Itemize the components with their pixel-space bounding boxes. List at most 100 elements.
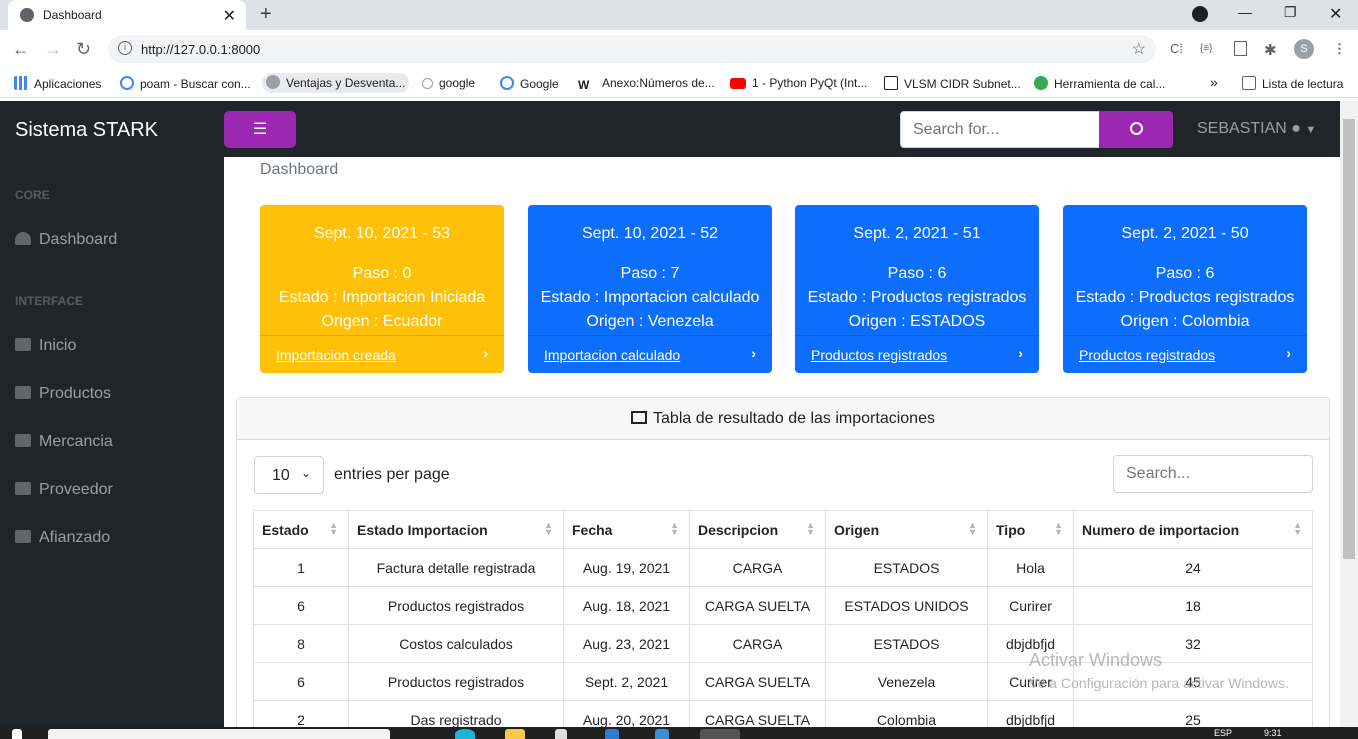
bookmark-item[interactable]: Ventajas y Desventa... [262,73,410,93]
vscode-icon[interactable] [605,729,619,739]
hamburger-icon: ☰ [252,121,268,138]
chevron-right-icon: › [1018,345,1023,361]
document-extension-icon[interactable] [1234,41,1247,56]
user-dropdown[interactable]: SEBASTIAN ● ▼ [1197,120,1316,138]
card-link[interactable]: Importacion creada [276,347,396,363]
close-window-icon[interactable]: ✕ [1329,4,1342,24]
sidebar-toggle-button[interactable]: ☰ [224,111,296,148]
card-estado: Estado : Productos registrados [807,289,1027,306]
table-cell: CARGA SUELTA [689,700,826,727]
bookmark-item[interactable]: Google [500,76,559,91]
sidebar-item-mercancia[interactable]: Mercancia [15,433,113,451]
navbar-search-input[interactable] [901,112,1099,147]
card-footer[interactable]: Importacion creada › [260,335,504,373]
back-icon[interactable]: ← [12,39,30,60]
card-footer[interactable]: Productos registrados › [1063,335,1307,373]
reading-list-item[interactable]: Lista de lectura [1242,76,1343,91]
restore-icon[interactable]: ❐ [1284,4,1297,21]
card-footer[interactable]: Productos registrados › [795,335,1039,373]
bookmark-item[interactable]: Aplicaciones [14,76,101,91]
tab-search-icon[interactable] [1192,6,1208,22]
extension-icon[interactable]: C⁞ [1170,41,1183,56]
sidebar-item-dashboard[interactable]: Dashboard [15,231,117,249]
puzzle-icon[interactable]: ✱ [1264,41,1277,59]
edge-icon[interactable] [455,729,475,739]
forward-icon[interactable]: → [44,39,62,60]
address-bar[interactable]: i http://127.0.0.1:8000 ☆ [108,35,1156,63]
card-title: Sept. 2, 2021 - 50 [1121,225,1249,242]
column-header[interactable]: Estado Importacion ▲ ▼ [348,510,564,549]
youtube-icon [730,78,746,89]
table-search-input[interactable] [1114,456,1312,492]
browser-tab[interactable]: Dashboard ✕ [8,0,246,30]
bookmark-item[interactable]: poam - Buscar con... [120,76,251,91]
bookmark-item[interactable]: VLSM CIDR Subnet... [884,76,1021,91]
reload-icon[interactable]: ↻ [76,39,91,60]
start-icon[interactable] [12,729,22,739]
navbar-search-box [900,111,1100,148]
entries-per-page-select[interactable]: 10 ⌄ [254,456,324,494]
entries-value: 10 [272,467,290,484]
sidebar-item-label: Productos [39,385,112,402]
store-icon[interactable] [555,729,567,739]
user-icon: ● [1291,120,1301,137]
card-link[interactable]: Productos registrados [1079,347,1215,363]
taskbar-clock[interactable]: 9:31 [1264,728,1282,738]
sidebar-item-inicio[interactable]: Inicio [15,337,76,355]
taskbar-search-box[interactable] [48,729,390,739]
bookmark-item[interactable]: 1 - Python PyQt (Int... [730,76,867,90]
card-link[interactable]: Importacion calculado [544,347,680,363]
bookmark-item[interactable]: Herramienta de cal... [1034,76,1165,91]
folder-icon[interactable] [505,729,525,739]
card-link[interactable]: Productos registrados [811,347,947,363]
table-cell: CARGA [689,548,826,587]
table-cell: Curirer [987,586,1074,625]
column-header[interactable]: Tipo ▲ ▼ [987,510,1074,549]
column-label: Numero de importacion [1082,521,1240,538]
app-icon[interactable] [655,729,669,739]
language-indicator[interactable]: ESP [1214,728,1232,738]
table-cell: Sept. 2, 2021 [563,662,690,701]
brand-title[interactable]: Sistema STARK [15,119,158,142]
json-extension-icon[interactable]: {≡} [1200,43,1213,54]
bookmark-item[interactable]: google [422,76,475,90]
compass-icon [266,75,280,89]
card-estado: Estado : Importacion calculado [540,289,760,306]
sort-icon: ▲ ▼ [1054,520,1063,537]
table-cell: Aug. 23, 2021 [563,624,690,663]
sidebar-item-label: Inicio [39,337,77,354]
sidebar-item-proveedor[interactable]: Proveedor [15,481,113,499]
chevron-right-icon: › [1286,345,1291,361]
column-header[interactable]: Fecha ▲ ▼ [563,510,690,549]
close-tab-icon[interactable]: ✕ [223,6,236,26]
sidebar-heading-interface: INTERFACE [15,294,84,308]
more-bookmarks-icon[interactable]: » [1210,74,1218,90]
table-cell: Aug. 20, 2021 [563,700,690,727]
chrome-taskbar-item[interactable] [700,729,740,739]
sidebar-item-afianzado[interactable]: Afianzado [15,529,110,547]
menu-dots-icon[interactable]: ⋮ [1333,41,1346,57]
bookmark-label: Aplicaciones [34,77,102,91]
bookmark-star-icon[interactable]: ☆ [1132,39,1146,59]
table-cell: dbjdbfjd [987,700,1074,727]
bookmark-label: google [439,76,476,90]
page-scrollbar[interactable] [1340,101,1358,727]
new-tab-icon[interactable]: + [260,3,272,26]
google-icon [500,76,514,90]
chevron-right-icon: › [751,345,756,361]
card-footer[interactable]: Importacion calculado › [528,335,772,373]
column-header[interactable]: Estado ▲ ▼ [253,510,349,549]
sidebar-item-productos[interactable]: Productos [15,385,111,403]
bookmark-item[interactable]: W Anexo:Números de... [578,76,715,92]
profile-avatar[interactable]: S [1294,39,1314,59]
column-header[interactable]: Numero de importacion ▲ ▼ [1073,510,1313,549]
search-icon [1129,122,1143,135]
column-header[interactable]: Descripcion ▲ ▼ [689,510,826,549]
tachometer-icon [15,232,31,245]
table-search-box [1113,455,1313,493]
scrollbar-thumb[interactable] [1343,119,1355,559]
navbar-search-button[interactable] [1099,111,1173,148]
column-header[interactable]: Origen ▲ ▼ [825,510,988,549]
minimize-icon[interactable]: — [1238,4,1252,20]
info-icon[interactable]: i [118,41,132,55]
